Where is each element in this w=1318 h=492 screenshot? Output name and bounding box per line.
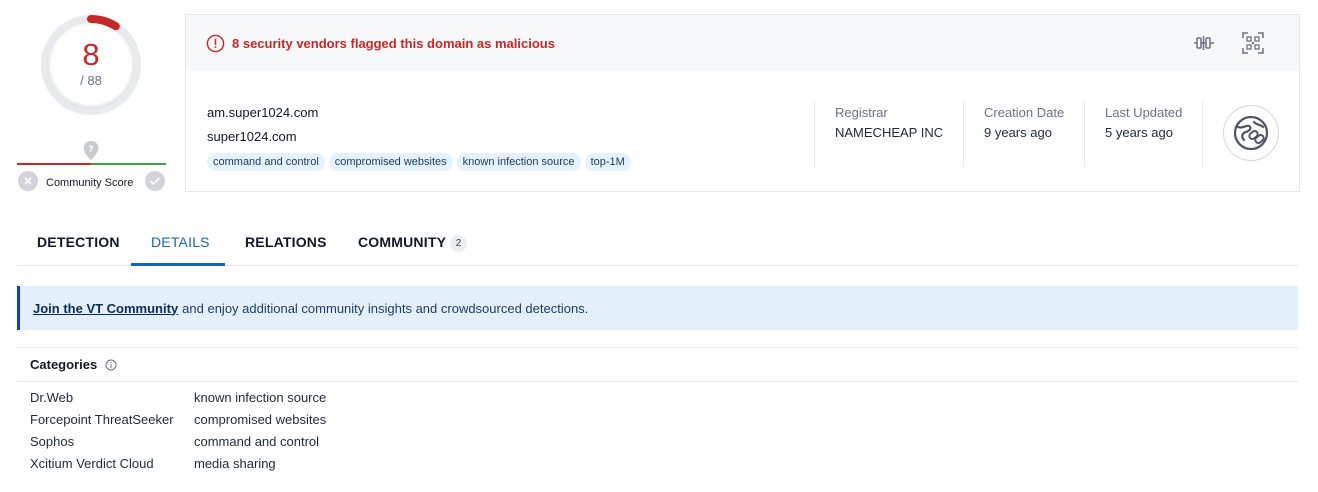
categories-heading: Categories [30,357,117,372]
community-banner: Join the VT Community and enjoy addition… [17,286,1298,330]
score-total: / 88 [80,73,102,88]
favicon [1223,105,1279,161]
tag-command-and-control[interactable]: command and control [207,153,325,171]
tag-top-1m[interactable]: top-1M [584,153,631,171]
last-updated-field: Last Updated 5 years ago [1084,101,1202,167]
tag-compromised-websites[interactable]: compromised websites [328,153,453,171]
tab-community[interactable]: COMMUNITY 2 [338,220,487,266]
vote-harmful-button[interactable] [18,171,38,191]
parent-domain-link[interactable]: super1024.com [207,129,297,144]
favicon-field [1202,101,1300,167]
creation-date-field: Creation Date 9 years ago [963,101,1085,167]
tab-details-label: DETAILS [151,234,210,250]
section-divider [17,347,1298,348]
category-value: media sharing [194,456,276,471]
category-vendor: Sophos [30,434,75,449]
categories-divider [17,381,1298,382]
registrar-label: Registrar [835,105,888,120]
tab-details[interactable]: DETAILS [131,220,225,266]
graph-button[interactable] [1193,32,1215,54]
domain-summary-card: 8 security vendors flagged this domain a… [185,14,1300,192]
alert-circle-icon [206,34,225,52]
registrar-value: NAMECHEAP INC [835,125,944,140]
detection-score-gauge: 8 / 88 [40,14,142,116]
join-community-link[interactable]: Join the VT Community [33,301,178,316]
graph-icon [1194,36,1214,50]
tab-bar: DETECTION DETAILS RELATIONS COMMUNITY 2 [17,220,1298,266]
community-score-positive-bar [91,163,166,165]
close-icon [24,177,32,185]
domain-name: am.super1024.com [207,105,319,120]
vote-harmless-button[interactable] [145,171,165,191]
score-face: 8 / 88 [51,25,131,105]
tab-community-label: COMMUNITY [358,234,447,250]
community-count-badge: 2 [450,235,468,252]
last-updated-label: Last Updated [1105,105,1183,120]
qr-scan-icon [1242,32,1264,54]
category-vendor: Dr.Web [30,390,74,405]
tab-relations-label: RELATIONS [245,234,327,250]
alert-header: 8 security vendors flagged this domain a… [186,15,1299,71]
categories-title: Categories [30,357,98,372]
tab-relations[interactable]: RELATIONS [225,220,347,266]
alert-message: 8 security vendors flagged this domain a… [232,35,555,51]
category-value: command and control [194,434,320,449]
registrar-field: Registrar NAMECHEAP INC [814,101,964,167]
tab-detection-label: DETECTION [37,234,120,250]
web-link-icon [1233,115,1269,151]
last-updated-value: 5 years ago [1105,125,1173,140]
category-vendor: Xcitium Verdict Cloud [30,456,154,471]
info-icon[interactable] [105,359,117,371]
category-vendor: Forcepoint ThreatSeeker [30,412,174,427]
category-value: compromised websites [194,412,327,427]
banner-text: and enjoy additional community insights … [182,300,589,316]
domain-tags: command and control compromised websites… [207,153,631,171]
community-score-label: Community Score [46,177,134,189]
tag-known-infection-source[interactable]: known infection source [456,153,581,171]
creation-date-value: 9 years ago [984,125,1052,140]
creation-date-label: Creation Date [984,105,1065,120]
qr-scan-button[interactable] [1242,32,1264,54]
svg-text:?: ? [88,145,93,155]
question-pin-icon: ? [83,141,99,161]
tab-detection[interactable]: DETECTION [17,220,140,266]
check-icon [149,177,161,186]
community-score-negative-bar [17,163,91,165]
score-detected: 8 [82,37,100,72]
category-value: known infection source [194,390,327,405]
